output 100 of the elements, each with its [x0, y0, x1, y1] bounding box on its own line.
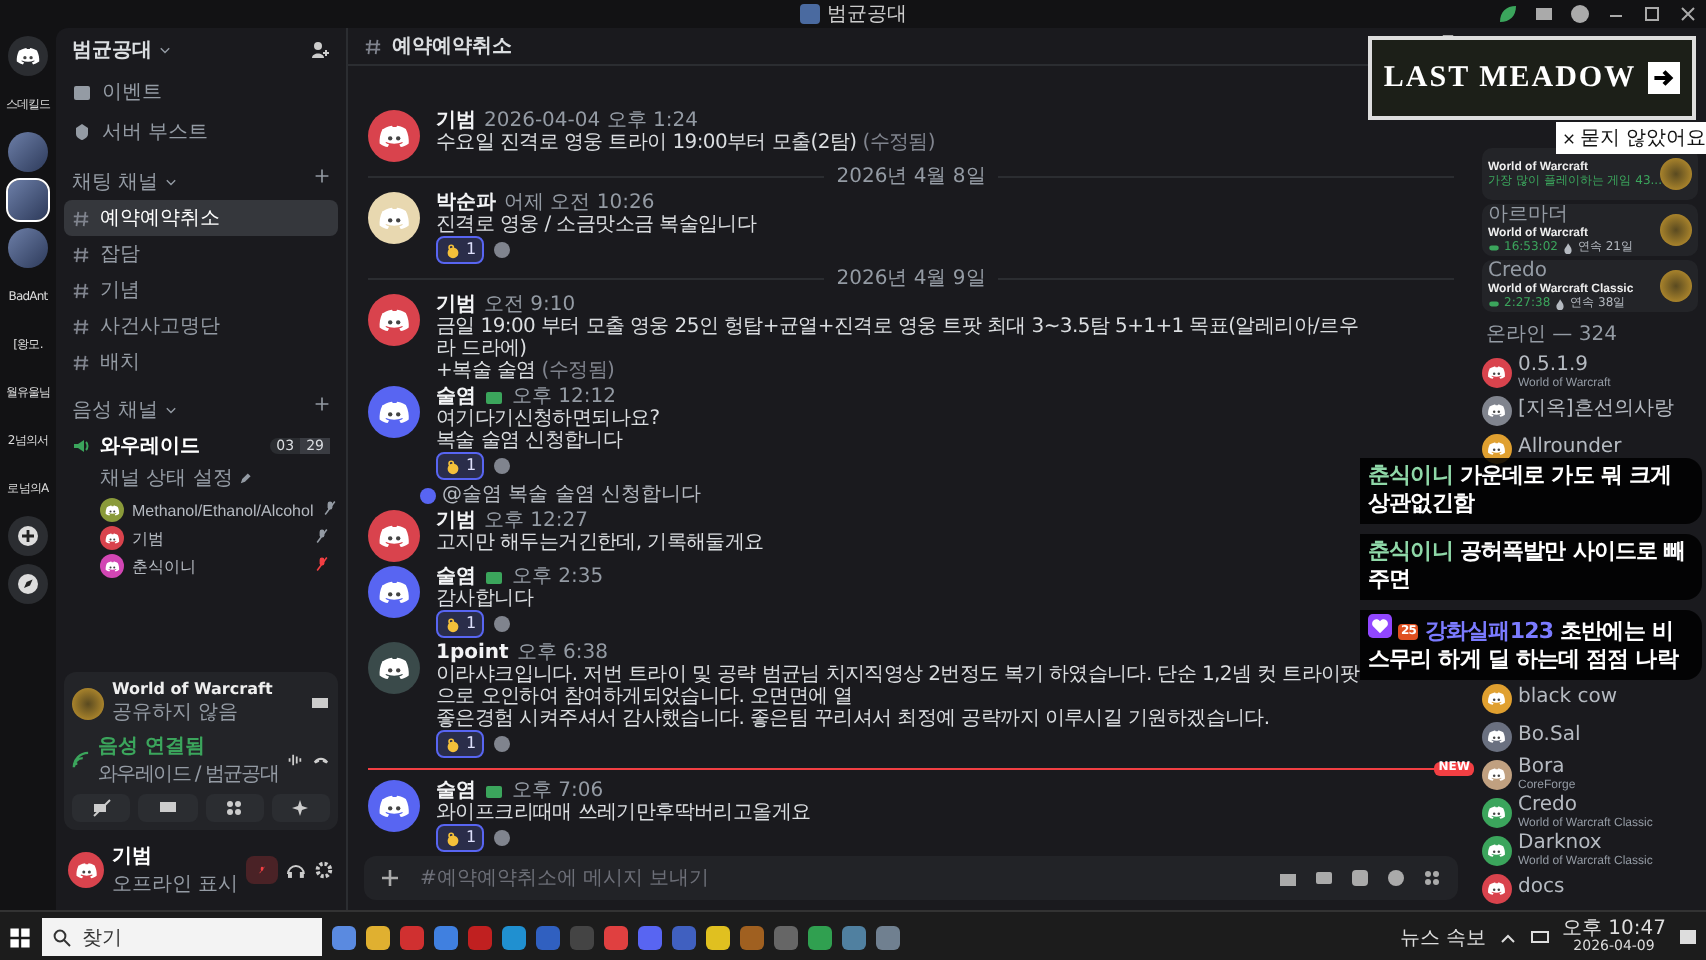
message-author[interactable]: 기범 — [436, 294, 476, 317]
message-time: 오후 12:27 — [484, 510, 588, 533]
hash-icon — [72, 353, 90, 371]
member-name[interactable]: Credo — [1518, 796, 1653, 818]
member-name[interactable]: [지옥]흔선의사랑 — [1518, 400, 1674, 422]
add-icon — [380, 868, 400, 888]
taskbar-app-icon[interactable] — [332, 925, 356, 949]
server-name[interactable]: 범균공대 — [72, 36, 152, 64]
reaction-button[interactable]: 1 — [436, 610, 485, 639]
screen-share-button[interactable] — [138, 794, 197, 822]
chevron-down-icon — [158, 43, 172, 57]
user-name: 기범 — [112, 844, 154, 870]
server-icon[interactable] — [8, 180, 48, 220]
message-time: 오후 12:12 — [512, 386, 616, 409]
hand-icon — [444, 241, 462, 260]
message-text: 여기다기신청하면되나요? — [436, 408, 660, 431]
voice-channel-name[interactable]: 와우레이드 — [100, 432, 200, 460]
reply-preview[interactable]: @술염 복술 술염 신청합니다 — [442, 484, 702, 507]
hash-icon — [72, 245, 90, 263]
message-author[interactable]: 술염 — [436, 780, 476, 802]
hash-icon — [364, 37, 382, 55]
online-heading: 온라인 — 324 — [1484, 322, 1619, 350]
chevron-down-icon — [164, 175, 179, 189]
gamepad-icon — [1488, 298, 1500, 310]
plus-icon — [314, 396, 330, 412]
member-name[interactable]: Bo.Sal — [1518, 726, 1581, 748]
message-author[interactable]: 박순파 — [436, 192, 496, 215]
message-text: 감사합니다 — [436, 588, 536, 611]
game-icon — [1660, 214, 1692, 246]
voice-user-name[interactable]: Methanol/Ethanol/Alcohol — [132, 501, 314, 519]
taskbar-app-icon[interactable] — [706, 925, 730, 949]
hand-icon — [444, 457, 462, 476]
channel-item[interactable]: 예약예약취소 — [64, 200, 338, 236]
events-link[interactable]: 이벤트 — [64, 72, 338, 112]
member-name[interactable]: Darknox — [1518, 834, 1653, 856]
voice-user-name[interactable]: 춘식이니 — [132, 555, 196, 577]
share-status: 공유하지 않음 — [112, 700, 241, 726]
member-name[interactable]: Bora — [1518, 758, 1576, 780]
reaction-button[interactable]: 1 — [436, 824, 485, 852]
channel-item[interactable]: 배치 — [64, 344, 338, 380]
message-time: 오후 7:06 — [512, 780, 604, 802]
message-author[interactable]: 기범 — [436, 510, 476, 533]
member-name[interactable]: 0.5.1.9 — [1518, 356, 1611, 378]
compass-icon[interactable] — [8, 564, 48, 604]
channel-status[interactable]: 채널 상태 설정 — [100, 464, 233, 492]
add-icon[interactable] — [8, 516, 48, 556]
message-author[interactable]: 술염 — [436, 386, 476, 409]
leaf-icon — [1498, 4, 1518, 24]
reaction-button[interactable]: 1 — [436, 730, 485, 759]
camera-off-button[interactable] — [72, 794, 131, 822]
close-icon — [1562, 131, 1576, 145]
message-text: 좋은경험 시켜주셔서 감사했습니다. 좋은팀 꾸리셔서 최정예 공략까지 이루시길 기원하겠습니다. — [436, 708, 1272, 731]
screen-icon — [157, 798, 178, 818]
activities-button[interactable] — [205, 794, 264, 822]
message-text: 진격로 영웅 / 소금맛소금 복술입니다 — [436, 214, 757, 237]
speaker-icon — [72, 436, 92, 456]
soundboard-button[interactable] — [271, 794, 330, 822]
message-author[interactable]: 기범 — [436, 110, 476, 133]
category-label[interactable]: 음성 채널 — [72, 396, 159, 424]
member-name[interactable]: Allrounder — [1518, 438, 1622, 460]
member-name[interactable]: black cow — [1518, 688, 1618, 710]
taskbar-app-icon[interactable] — [808, 925, 832, 949]
taskbar-app-icon[interactable] — [842, 925, 866, 949]
add-user-icon — [310, 40, 330, 60]
stream-chat-message: 춘식이니 가운데로 가도 뭐 크게 상관없긴함 — [1360, 458, 1702, 524]
channel-item[interactable]: 기념 — [64, 272, 338, 308]
taskbar-app-icon[interactable] — [876, 925, 900, 949]
gamepad-icon — [1488, 242, 1500, 254]
channel-item[interactable]: 사건사고명단 — [64, 308, 338, 344]
message-input[interactable]: #예약예약취소에 메시지 보내기 — [364, 856, 1458, 900]
taskbar-app-icon[interactable] — [434, 925, 458, 949]
signal-icon — [72, 750, 90, 770]
taskbar-app-icon[interactable] — [502, 925, 526, 949]
game-banner[interactable]: LAST MEADOW — [1368, 36, 1696, 120]
message-author[interactable]: 1point — [436, 642, 509, 665]
message-author[interactable]: 술염 — [436, 566, 476, 589]
sparkle-icon — [290, 798, 311, 818]
plus-icon — [314, 168, 330, 184]
channel-item[interactable]: 잡담 — [64, 236, 338, 272]
message-time: 2026-04-04 오후 1:24 — [484, 110, 698, 133]
message-text: 복술 술염 신청합니다 — [436, 430, 625, 453]
news-widget[interactable]: 뉴스 속보 — [1399, 923, 1486, 951]
reaction-button[interactable]: 1 — [436, 236, 485, 265]
reaction-button[interactable]: 1 — [436, 452, 485, 481]
member-name[interactable]: docs — [1518, 878, 1565, 900]
date-divider: 2026년 4월 9일 — [836, 268, 986, 291]
voice-user-name[interactable]: 기범 — [132, 527, 164, 549]
message-input[interactable]: #예약예약취소에 메시지 보내기 — [416, 865, 1262, 891]
taskbar-app-icon[interactable] — [604, 925, 628, 949]
member-name: 아르마더 — [1488, 206, 1570, 226]
user-status: 오프라인 표시 — [112, 872, 239, 898]
voice-location[interactable]: 와우레이드 / 범균공대 — [97, 760, 279, 788]
taskbar-app-icon[interactable] — [366, 925, 390, 949]
member-name: Credo — [1488, 262, 1549, 282]
discord-logo-icon[interactable] — [8, 36, 48, 76]
category-label[interactable]: 채팅 채널 — [72, 168, 159, 196]
shield-icon — [72, 122, 92, 142]
stream-chat-message: 춘식이니 공허폭발만 사이드로 빼주면 — [1360, 534, 1702, 600]
boost-link[interactable]: 서버 부스트 — [64, 112, 338, 152]
search-field[interactable]: 찾기 — [42, 918, 322, 956]
